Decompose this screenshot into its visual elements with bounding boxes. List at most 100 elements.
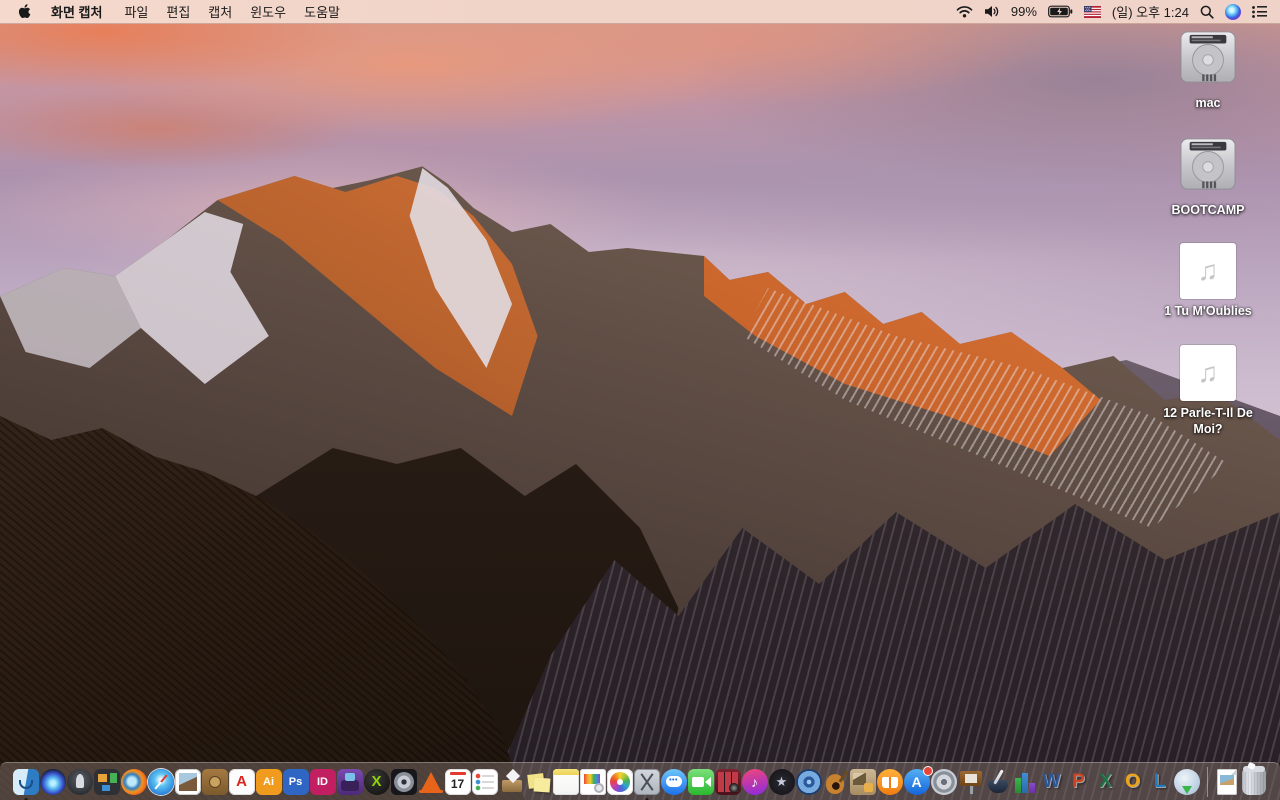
dock-item-preview[interactable]	[174, 768, 201, 795]
menubar-clock[interactable]: (일) 오후 1:24	[1112, 2, 1189, 21]
dock-item-contacts[interactable]	[201, 768, 228, 795]
dock: A Ai Ps ID X 17 ••• ♪ ★ A W P X O L	[0, 762, 1280, 800]
powerpoint-glyph: P	[1072, 770, 1085, 792]
dock-item-indesign[interactable]: ID	[309, 768, 336, 795]
dock-item-keynote[interactable]	[957, 768, 984, 795]
audio-file-icon: ♫	[1180, 344, 1236, 401]
dock-item-safari[interactable]	[147, 768, 174, 795]
dock-item-system-preferences[interactable]	[930, 768, 957, 795]
dock-item-lync[interactable]: L	[1147, 769, 1173, 795]
dock-item-siri[interactable]	[39, 768, 66, 795]
dock-item-itunes[interactable]: ♪	[741, 768, 768, 795]
hard-drive-icon	[1180, 31, 1236, 83]
menu-window[interactable]: 윈도우	[250, 2, 286, 21]
dock-item-vlc[interactable]	[418, 769, 444, 795]
dock-item-excel[interactable]: X	[1093, 769, 1119, 795]
desktop-icon-label: 1 Tu M'Oublies	[1164, 304, 1252, 319]
itunes-glyph: ♪	[751, 773, 758, 790]
dock-item-messages[interactable]: •••	[660, 768, 687, 795]
dock-item-photoshop[interactable]: Ps	[282, 768, 309, 795]
indesign-glyph: ID	[317, 775, 328, 788]
battery-charging-icon[interactable]	[1048, 5, 1073, 18]
screen: 화면 캡처 파일 편집 캡처 윈도우 도움말 99% (일) 오후 1:24 m…	[0, 0, 1280, 800]
hard-drive-icon	[1177, 137, 1239, 198]
menu-bar-status: 99% (일) 오후 1:24	[956, 2, 1280, 21]
music-note-icon: ♫	[1197, 255, 1219, 287]
wifi-icon[interactable]	[956, 5, 973, 18]
desktop-icon-label: BOOTCAMP	[1171, 202, 1245, 217]
menu-help[interactable]: 도움말	[304, 2, 340, 21]
audio-file-icon: ♫	[1180, 243, 1236, 300]
siri-icon[interactable]	[1225, 3, 1241, 20]
wallpaper	[0, 0, 1280, 800]
messages-glyph: •••	[669, 776, 678, 784]
dock-item-notes[interactable]	[552, 768, 579, 795]
dock-item-launchpad[interactable]	[66, 768, 93, 795]
menu-capture[interactable]: 캡처	[208, 2, 232, 21]
dock-separator	[1206, 766, 1208, 797]
imovie-glyph: ★	[775, 773, 788, 789]
dock-item-app-store[interactable]: A	[903, 765, 933, 795]
dock-item-imovie[interactable]: ★	[768, 768, 795, 795]
dock-item-stickies[interactable]	[526, 769, 552, 795]
menubar-menus: 파일 편집 캡처 윈도우 도움말	[106, 2, 340, 21]
music-note-icon: ♫	[1197, 356, 1219, 388]
volume-icon[interactable]	[984, 5, 1000, 18]
dock-item-outlook[interactable]: O	[1120, 769, 1146, 795]
excel-glyph: X	[1099, 770, 1112, 792]
notification-badge	[922, 765, 933, 776]
x-media-player-glyph: X	[371, 773, 382, 790]
dock-item-mission-control[interactable]	[93, 768, 120, 795]
dock-item-illustrator[interactable]: Ai	[255, 768, 282, 795]
dock-item-finder[interactable]	[12, 768, 39, 800]
dock-item-firefox[interactable]	[120, 768, 147, 795]
outlook-glyph: O	[1125, 770, 1140, 792]
dock-item-disk-tool[interactable]	[390, 768, 417, 795]
dock-item-drop-box[interactable]	[499, 769, 525, 795]
dock-item-color-document[interactable]	[579, 768, 606, 795]
menu-bar-left: 화면 캡처 파일 편집 캡처 윈도우 도움말	[0, 2, 340, 21]
dock-item-trash[interactable]	[1241, 765, 1266, 795]
dock-item-downloads-file[interactable]	[1216, 768, 1237, 795]
apple-menu[interactable]	[18, 4, 31, 19]
hard-drive-icon	[1180, 138, 1236, 190]
desktop-icons: mac BOOTCAMP ♫ 1 Tu M'Oublies ♫ 12 Parle-T-Il…	[1150, 30, 1266, 462]
dock-item-toast[interactable]	[336, 768, 363, 795]
menu-bar: 화면 캡처 파일 편집 캡처 윈도우 도움말 99% (일) 오후 1:24	[0, 0, 1280, 24]
dock-item-numbers[interactable]	[1011, 768, 1038, 795]
menu-edit[interactable]: 편집	[166, 2, 190, 21]
dock-item-x-media-player[interactable]: X	[363, 768, 390, 795]
dock-item-powerpoint[interactable]: P	[1066, 769, 1092, 795]
apple-logo-icon	[18, 4, 31, 19]
dock-item-cards[interactable]	[849, 768, 876, 795]
calendar-glyph: 17	[450, 776, 465, 791]
dock-item-ibooks[interactable]	[876, 768, 903, 795]
desktop-icon-mac-drive[interactable]: mac	[1150, 30, 1266, 112]
dock-item-document-connection[interactable]	[1173, 768, 1200, 795]
dock-item-grab[interactable]	[633, 768, 660, 800]
dock-item-photo-booth[interactable]	[714, 768, 741, 795]
dock-item-word[interactable]: W	[1039, 769, 1065, 795]
notification-center-icon[interactable]	[1252, 5, 1267, 18]
word-glyph: W	[1042, 770, 1061, 792]
input-source-flag-icon[interactable]	[1083, 5, 1101, 18]
photoshop-glyph: Ps	[288, 775, 303, 788]
dock-item-acrobat-reader[interactable]: A	[228, 768, 255, 795]
desktop-icon-audio-file-1[interactable]: ♫ 1 Tu M'Oublies	[1150, 243, 1266, 320]
dock-item-facetime[interactable]	[687, 768, 714, 795]
dock-item-photos[interactable]	[606, 768, 633, 795]
dock-item-calendar[interactable]: 17	[444, 768, 471, 795]
desktop-icon-bootcamp-drive[interactable]: BOOTCAMP	[1150, 137, 1266, 219]
illustrator-glyph: Ai	[263, 775, 274, 788]
desktop-icon-label: 12 Parle-T-Il De Moi?	[1163, 405, 1253, 436]
spotlight-icon[interactable]	[1200, 5, 1214, 19]
dock-item-reminders[interactable]	[471, 768, 498, 795]
desktop-icon-audio-file-2[interactable]: ♫ 12 Parle-T-Il De Moi?	[1150, 344, 1266, 437]
menu-file[interactable]: 파일	[124, 2, 148, 21]
hard-drive-icon	[1177, 30, 1239, 91]
dock-item-garageband[interactable]	[823, 769, 849, 795]
dock-item-pages[interactable]	[985, 769, 1011, 795]
dock-item-idvd[interactable]	[795, 768, 822, 795]
lync-glyph: L	[1153, 770, 1166, 792]
active-app-name[interactable]: 화면 캡처	[51, 2, 102, 21]
